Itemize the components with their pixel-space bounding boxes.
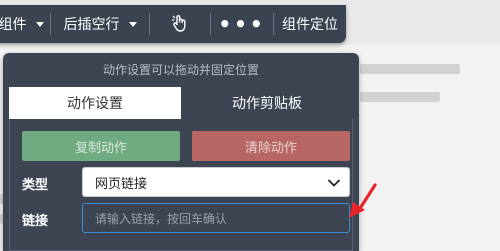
link-label: 链接 xyxy=(22,214,49,229)
components-label: 组件 xyxy=(0,17,27,33)
copy-action-label: 复制动作 xyxy=(74,140,127,156)
clear-action-label: 清除动作 xyxy=(244,140,297,156)
more-dots-icon[interactable]: ••• xyxy=(211,5,273,43)
chevron-down-icon xyxy=(328,179,340,187)
panel-tabs: 动作设置 动作剪贴板 xyxy=(9,87,353,119)
background-text-line xyxy=(360,64,460,74)
link-input-placeholder: 请输入链接，按回车确认 xyxy=(95,211,228,226)
components-dropdown[interactable]: 组件 xyxy=(0,5,50,43)
annotation-arrow-icon xyxy=(349,183,377,218)
tab-action-settings[interactable]: 动作设置 xyxy=(9,87,181,119)
tab-action-clipboard[interactable]: 动作剪贴板 xyxy=(181,87,353,119)
clear-action-button[interactable]: 清除动作 xyxy=(192,131,350,161)
component-locate-label: 组件定位 xyxy=(282,17,338,33)
copy-action-button[interactable]: 复制动作 xyxy=(22,131,180,161)
pointer-click-icon xyxy=(172,15,186,32)
caret-down-icon xyxy=(128,21,137,27)
type-select-value: 网页链接 xyxy=(95,176,148,192)
tab-label: 动作剪贴板 xyxy=(232,96,302,112)
background-text-line xyxy=(360,92,440,102)
insert-row-label: 后插空行 xyxy=(63,17,120,33)
type-select[interactable]: 网页链接 xyxy=(82,167,350,197)
action-settings-panel: 动作设置可以拖动并固定位置 动作设置 动作剪贴板 复制动作 清除动作 类型 网页… xyxy=(3,53,359,251)
type-label: 类型 xyxy=(22,178,49,193)
link-input[interactable]: 请输入链接，按回车确认 xyxy=(82,203,350,233)
panel-drag-header[interactable]: 动作设置可以拖动并固定位置 xyxy=(3,53,359,85)
panel-header-text: 动作设置可以拖动并固定位置 xyxy=(102,62,259,77)
panel-body: 复制动作 清除动作 类型 网页链接 链接 请输入链接，按回车确认 xyxy=(9,119,353,251)
component-locate-button[interactable]: 组件定位 xyxy=(274,5,346,43)
caret-down-icon xyxy=(35,21,44,27)
tab-label: 动作设置 xyxy=(67,96,123,112)
pointer-click-button[interactable] xyxy=(150,5,210,43)
top-toolbar: 组件 后插空行 ••• 组件定位 xyxy=(0,5,346,43)
insert-row-dropdown[interactable]: 后插空行 xyxy=(51,5,149,43)
